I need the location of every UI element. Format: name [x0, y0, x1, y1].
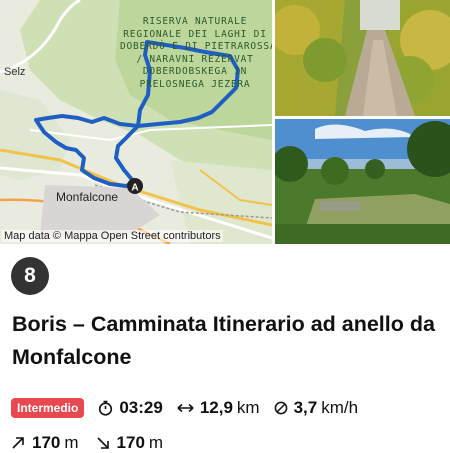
difficulty-badge: Intermedio [11, 398, 85, 418]
tour-media: A RISERVA NATURALE REGIONALE DEI LAGHI D… [0, 0, 450, 244]
distance-stat: 12,9 km [177, 398, 260, 418]
route-map[interactable]: A RISERVA NATURALE REGIONALE DEI LAGHI D… [0, 0, 272, 244]
town-label-selz: Selz [4, 66, 26, 78]
map-credit: Map data © Mappa Open Street contributor… [2, 230, 223, 242]
route-stats: Intermedio 03:29 12,9 km 3,7 km/h [11, 396, 358, 420]
speed-icon [274, 401, 288, 415]
speed-unit: km/h [321, 398, 359, 417]
ascent-value: 170 [32, 433, 61, 452]
distance-arrows-icon [177, 402, 194, 414]
ascent-arrow-icon [12, 437, 24, 449]
duration-value: 03:29 [119, 398, 163, 417]
duration-stat: 03:29 [98, 398, 163, 418]
route-title[interactable]: Boris – Camminata Itinerario ad anello d… [12, 308, 437, 374]
descent-unit: m [148, 433, 164, 452]
town-label-monfalcone: Monfalcone [56, 190, 119, 204]
reserve-label: RISERVA NATURALE REGIONALE DEI LAGHI DI … [120, 16, 272, 90]
distance-unit: km [236, 398, 260, 417]
ascent-unit: m [64, 433, 79, 452]
forest-path-photo[interactable] [275, 0, 450, 116]
descent-stat: 170 m [96, 433, 164, 453]
route-number-badge: 8 [11, 257, 49, 295]
speed-value: 3,7 [293, 398, 318, 417]
descent-arrow-icon [96, 437, 109, 449]
ascent-stat: 170 m [12, 433, 79, 453]
elevation-stats: 170 m 170 m [12, 433, 181, 453]
stopwatch-icon [98, 400, 113, 416]
distance-value: 12,9 [199, 398, 233, 417]
start-marker: A [131, 183, 138, 194]
meadow-view-photo[interactable] [275, 119, 450, 244]
descent-value: 170 [116, 433, 145, 452]
speed-stat: 3,7 km/h [274, 398, 358, 418]
